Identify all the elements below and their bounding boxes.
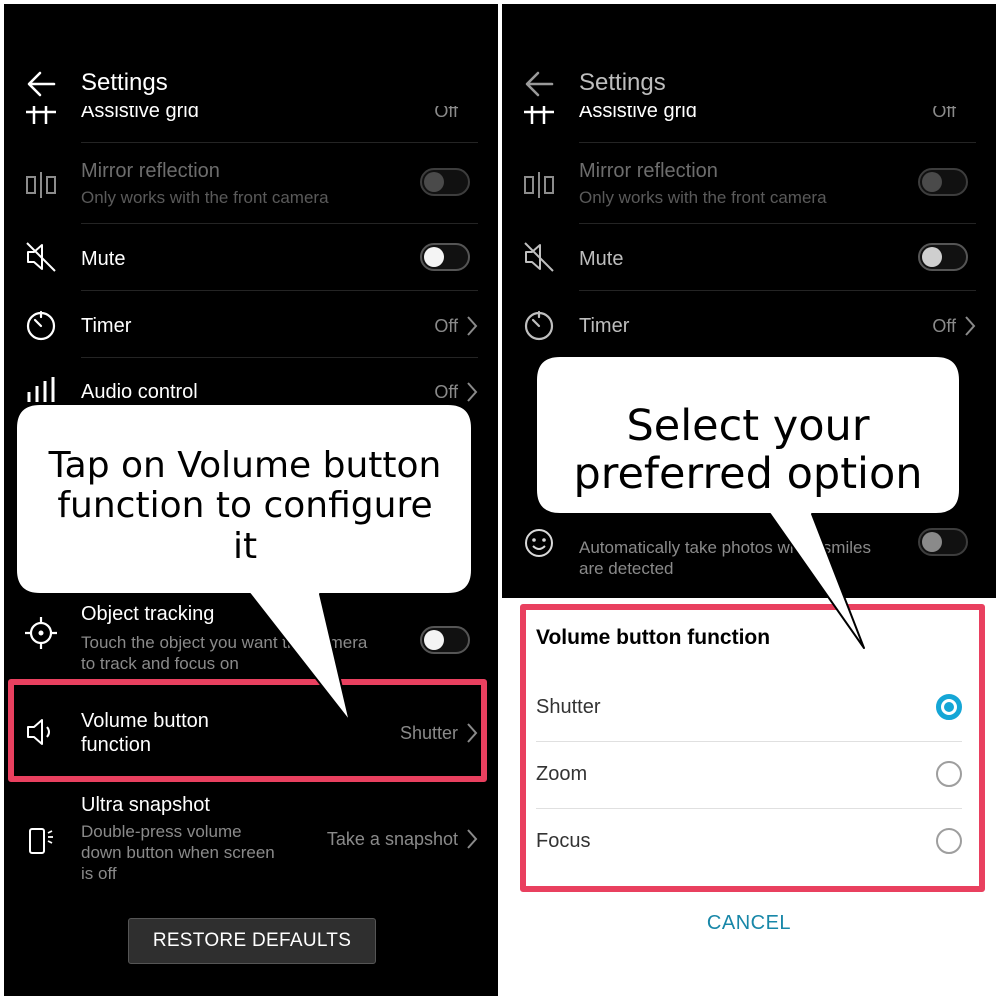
- left-callout-line-2: function to configure: [57, 485, 433, 527]
- right-callout-bubble: [535, 355, 961, 649]
- left-callout-line-1: Tap on Volume button: [48, 445, 442, 486]
- right-callout-line-1: Select your: [626, 401, 870, 451]
- left-callout-line-3: it: [232, 525, 258, 567]
- left-callout-text: Tap on Volume button function to configu…: [30, 445, 460, 567]
- right-callout-text: Select your preferred option: [548, 402, 948, 498]
- right-callout-line-2: preferred option: [573, 449, 923, 500]
